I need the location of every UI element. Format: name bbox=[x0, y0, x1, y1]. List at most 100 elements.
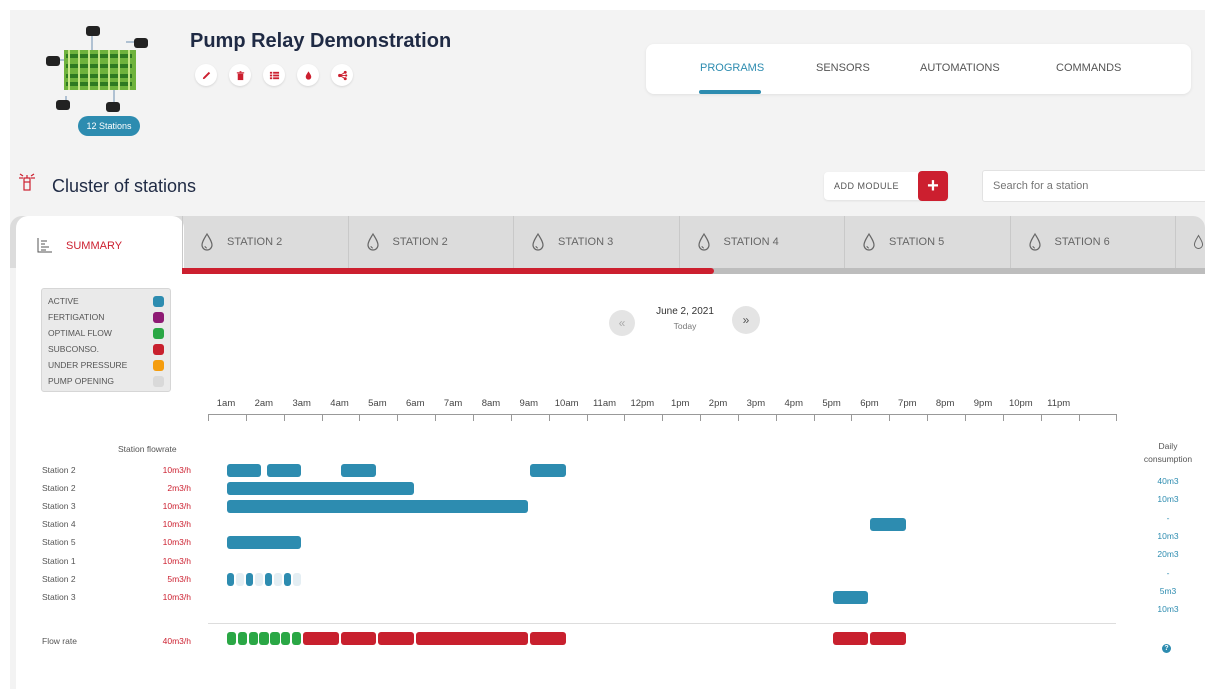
station-row-flowrate: 10m3/h bbox=[162, 591, 191, 602]
flow-rate-bar[interactable] bbox=[237, 632, 248, 645]
axis-tick bbox=[472, 414, 474, 421]
schedule-bar[interactable] bbox=[227, 500, 528, 514]
axis-tick bbox=[283, 414, 285, 421]
station-row-name[interactable]: Station 2 bbox=[42, 574, 76, 584]
tab-station[interactable]: STATION 5 bbox=[844, 216, 1009, 268]
station-row-name[interactable]: Station 4 bbox=[42, 519, 76, 529]
hour-label: 8pm bbox=[935, 398, 955, 409]
tab-station[interactable]: STATION 4 bbox=[678, 216, 844, 268]
flow-rate-bar[interactable] bbox=[302, 632, 339, 645]
axis-tick bbox=[700, 414, 702, 421]
flow-rate-bar[interactable] bbox=[281, 632, 291, 645]
station-row-consumption: 40m3 bbox=[1157, 476, 1179, 486]
station-row-name[interactable]: Station 2 bbox=[42, 465, 76, 475]
schedule-bar[interactable] bbox=[236, 572, 244, 586]
station-row-name[interactable]: Station 3 bbox=[42, 592, 76, 602]
hour-label: 10am bbox=[554, 398, 579, 409]
schedule-bar[interactable] bbox=[832, 590, 869, 604]
flow-rate-bar[interactable] bbox=[291, 632, 302, 645]
schedule-bar[interactable] bbox=[293, 572, 301, 586]
axis-tick bbox=[548, 414, 550, 421]
axis-tick bbox=[1116, 414, 1118, 421]
tab-commands[interactable]: COMMANDS bbox=[1056, 62, 1121, 74]
flow-rate-bar[interactable] bbox=[259, 632, 269, 645]
legend-item: SUBCONSO. bbox=[48, 341, 164, 357]
legend-label: FERTIGATION bbox=[48, 312, 105, 322]
tab-programs[interactable]: PROGRAMS bbox=[700, 62, 764, 74]
schedule-bar[interactable] bbox=[266, 464, 301, 477]
axis-tick bbox=[813, 414, 815, 421]
schedule-bar[interactable] bbox=[227, 482, 415, 496]
tab-station[interactable]: STATION 2 bbox=[182, 216, 347, 268]
schedule-bar[interactable] bbox=[255, 572, 263, 586]
schedule-bar[interactable] bbox=[274, 572, 282, 586]
drop-outline-icon bbox=[366, 232, 379, 251]
flow-rate-bar[interactable] bbox=[248, 632, 258, 645]
station-row-name[interactable]: Station 3 bbox=[42, 501, 76, 511]
axis-tick bbox=[775, 414, 777, 421]
list-icon[interactable] bbox=[263, 64, 285, 86]
legend-swatch bbox=[153, 295, 164, 307]
tab-automations[interactable]: AUTOMATIONS bbox=[920, 62, 1000, 74]
flow-rate-bar[interactable] bbox=[270, 632, 280, 645]
axis-tick bbox=[397, 414, 399, 421]
share-icon[interactable] bbox=[331, 64, 353, 86]
tab-station[interactable]: STATION 6 bbox=[1009, 216, 1175, 268]
hour-label: 6am bbox=[406, 398, 425, 409]
flow-rate-bar[interactable] bbox=[340, 632, 377, 645]
schedule-bar[interactable] bbox=[870, 518, 907, 532]
previous-day-button[interactable]: « bbox=[609, 310, 635, 336]
trash-icon[interactable] bbox=[229, 64, 251, 86]
legend-label: PUMP OPENING bbox=[48, 376, 114, 386]
axis-tick bbox=[510, 414, 512, 421]
flow-rate-bar[interactable] bbox=[416, 632, 528, 645]
pencil-icon[interactable] bbox=[195, 64, 217, 86]
flow-rate-bar[interactable] bbox=[529, 632, 566, 645]
summary-label: SUMMARY bbox=[66, 240, 123, 252]
schedule-bar[interactable] bbox=[227, 464, 261, 477]
tab-station-overflow[interactable] bbox=[1175, 216, 1205, 268]
schedule-bar[interactable] bbox=[227, 536, 301, 550]
hour-label: 4am bbox=[330, 398, 349, 409]
schedule-bar[interactable] bbox=[283, 572, 292, 586]
station-row-name[interactable]: Station 2 bbox=[42, 483, 76, 493]
schedule-bar[interactable] bbox=[227, 572, 235, 586]
flow-rate-bar[interactable] bbox=[227, 632, 237, 645]
station-row-consumption: 10m3 bbox=[1157, 530, 1179, 541]
legend-label: UNDER PRESSURE bbox=[48, 360, 128, 370]
schedule-bar[interactable] bbox=[529, 464, 566, 477]
schedule-bar[interactable] bbox=[245, 572, 254, 586]
axis-tick bbox=[1002, 414, 1004, 421]
page-title: Pump Relay Demonstration bbox=[190, 30, 452, 52]
station-row-name[interactable]: Station 5 bbox=[42, 537, 76, 547]
drop-outline-icon bbox=[1028, 232, 1041, 251]
axis-tick bbox=[1040, 414, 1042, 421]
station-row-consumption: 5m3 bbox=[1159, 585, 1177, 596]
daily-consumption-header-1: Daily bbox=[1158, 441, 1178, 451]
flow-rate-bar[interactable] bbox=[378, 632, 415, 645]
legend-swatch bbox=[153, 327, 164, 339]
next-day-button[interactable]: » bbox=[732, 306, 760, 334]
tab-sensors[interactable]: SENSORS bbox=[816, 62, 870, 74]
tab-station[interactable]: STATION 3 bbox=[513, 216, 678, 268]
plus-icon[interactable]: + bbox=[918, 171, 948, 201]
hour-label: 7am bbox=[443, 398, 463, 409]
tab-summary[interactable]: SUMMARY bbox=[16, 216, 184, 276]
station-row-flowrate: 10m3/h bbox=[162, 555, 191, 566]
flow-rate-bar[interactable] bbox=[832, 632, 869, 645]
axis-tick bbox=[889, 414, 891, 421]
flow-rate-label: Flow rate bbox=[42, 636, 77, 646]
add-module-button[interactable]: ADD MODULE + bbox=[824, 171, 948, 201]
drop-icon[interactable] bbox=[297, 64, 319, 86]
stations-count-badge[interactable]: 12 Stations bbox=[78, 116, 140, 136]
station-row-name[interactable]: Station 1 bbox=[42, 556, 76, 566]
help-icon[interactable]: ? bbox=[1162, 644, 1171, 653]
sprinkler-icon bbox=[19, 173, 35, 191]
schedule-bar[interactable] bbox=[340, 464, 377, 477]
tab-station[interactable]: STATION 2 bbox=[347, 216, 513, 268]
hour-label: 5pm bbox=[822, 398, 841, 409]
station-row-flowrate: 5m3/h bbox=[167, 573, 191, 584]
flow-rate-bar[interactable] bbox=[870, 632, 907, 645]
station-search-input[interactable] bbox=[982, 170, 1205, 202]
schedule-bar[interactable] bbox=[264, 572, 273, 586]
